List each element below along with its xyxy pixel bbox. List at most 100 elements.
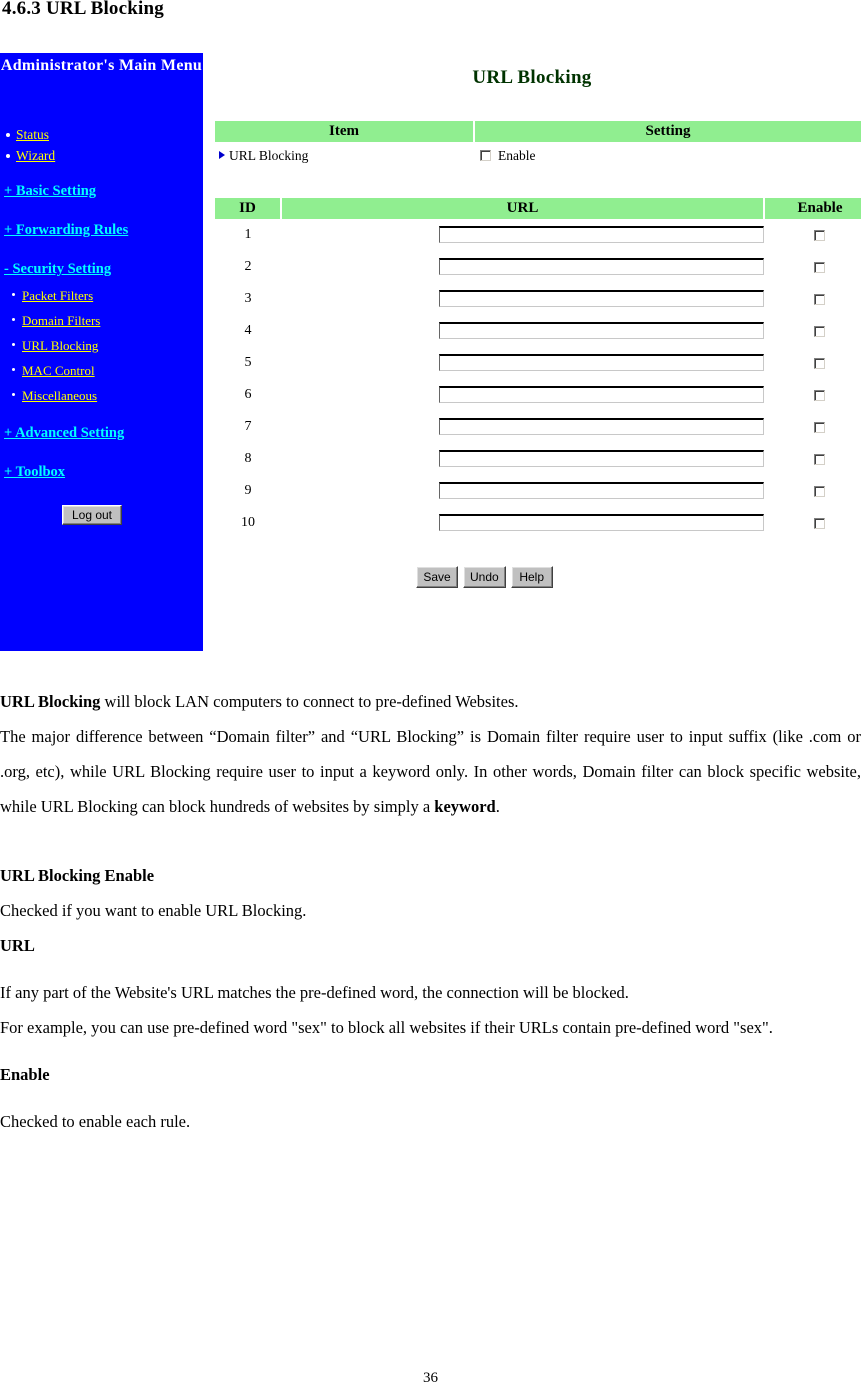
rule-enable-checkbox-8[interactable] <box>814 453 825 465</box>
table-row: 2 <box>215 251 861 283</box>
url-input-10[interactable] <box>439 514 764 531</box>
rule-id: 5 <box>244 355 252 370</box>
sidebar-group-security-setting[interactable]: - Security Setting <box>4 261 111 278</box>
rule-id: 8 <box>244 451 252 466</box>
bullet-icon <box>6 154 10 158</box>
setting-row-item: URL Blocking <box>215 142 474 169</box>
page-number: 36 <box>423 1370 438 1386</box>
bullet-icon <box>12 368 15 371</box>
rule-url-cell <box>281 379 764 411</box>
sidebar-group-advanced-setting[interactable]: + Advanced Setting <box>4 425 124 442</box>
sidebar-title: Administrator's Main Menu <box>0 57 203 74</box>
rule-enable-checkbox-7[interactable] <box>814 421 825 433</box>
sidebar-group-toolbox[interactable]: + Toolbox <box>4 464 65 481</box>
rule-url-cell <box>281 507 764 539</box>
rule-url-cell <box>281 283 764 315</box>
rule-enable-checkbox-3[interactable] <box>814 293 825 305</box>
paragraph-intro-bold: URL Blocking <box>0 692 101 711</box>
arrow-right-icon <box>219 151 225 160</box>
rule-enable-cell <box>764 507 861 539</box>
rule-enable-checkbox-10[interactable] <box>814 517 825 529</box>
logout-button[interactable]: Log out <box>62 505 122 525</box>
sidebar-link-url-blocking[interactable]: URL Blocking <box>22 339 98 353</box>
rule-enable-cell <box>764 475 861 507</box>
rule-id: 9 <box>244 483 252 498</box>
sidebar-group-basic-setting[interactable]: + Basic Setting <box>4 183 96 200</box>
rule-enable-cell <box>764 251 861 283</box>
table-row: 5 <box>215 347 861 379</box>
help-button[interactable]: Help <box>510 566 553 588</box>
undo-button[interactable]: Undo <box>463 566 506 588</box>
rule-enable-cell <box>764 283 861 315</box>
sidebar-link-miscellaneous[interactable]: Miscellaneous <box>22 389 97 403</box>
subheading-url-blocking-enable: URL Blocking Enable <box>0 866 155 885</box>
paragraph-url-match: If any part of the Website's URL matches… <box>0 983 629 1002</box>
table-row: 9 <box>215 475 861 507</box>
paragraph-enable-rule: Checked to enable each rule. <box>0 1112 191 1131</box>
column-header-url: URL <box>281 198 765 219</box>
router-admin-ui: Administrator's Main Menu Status Wizard … <box>0 53 861 651</box>
save-button[interactable]: Save <box>416 566 458 588</box>
rule-url-cell <box>281 475 764 507</box>
rule-enable-cell <box>764 379 861 411</box>
paragraph-difference: The major difference between “Domain fil… <box>0 719 861 824</box>
rule-enable-cell <box>764 315 861 347</box>
rule-id: 3 <box>244 291 252 306</box>
subheading-enable: Enable <box>0 1065 50 1084</box>
subheading-url: URL <box>0 936 35 955</box>
bullet-icon <box>12 293 15 296</box>
rule-url-cell <box>281 219 764 251</box>
table-header-row: ID URL Enable <box>215 198 861 219</box>
panel-title: URL Blocking <box>472 67 592 88</box>
sidebar-link-packet-filters[interactable]: Packet Filters <box>22 289 93 303</box>
main-panel: URL Blocking Item Setting URL Blocking E… <box>203 53 861 651</box>
page-title: 4.6.3 URL Blocking <box>2 0 164 19</box>
rule-url-cell <box>281 443 764 475</box>
url-input-8[interactable] <box>439 450 764 467</box>
column-header-item: Item <box>215 121 475 142</box>
bullet-icon <box>12 318 15 321</box>
url-blocking-enable-label: Enable <box>498 147 536 163</box>
url-input-9[interactable] <box>439 482 764 499</box>
url-input-1[interactable] <box>439 226 764 243</box>
rule-id: 1 <box>244 227 252 242</box>
rule-enable-checkbox-4[interactable] <box>814 325 825 337</box>
column-header-enable: Enable <box>764 198 861 219</box>
rule-enable-checkbox-5[interactable] <box>814 357 825 369</box>
url-blocking-enable-checkbox[interactable] <box>480 150 491 161</box>
url-input-5[interactable] <box>439 354 764 371</box>
url-input-6[interactable] <box>439 386 764 403</box>
rule-url-cell <box>281 347 764 379</box>
paragraph-enable-desc: Checked if you want to enable URL Blocki… <box>0 901 307 920</box>
paragraph-difference-tail: . <box>495 797 500 816</box>
sidebar-link-domain-filters[interactable]: Domain Filters <box>22 314 100 328</box>
sidebar-link-status[interactable]: Status <box>16 128 49 142</box>
rule-enable-checkbox-6[interactable] <box>814 389 825 401</box>
url-input-4[interactable] <box>439 322 764 339</box>
sidebar-link-mac-control[interactable]: MAC Control <box>22 364 95 378</box>
rule-id: 7 <box>244 419 252 434</box>
rule-enable-cell <box>764 443 861 475</box>
rule-enable-checkbox-9[interactable] <box>814 485 825 497</box>
bullet-icon <box>6 133 10 137</box>
action-button-group: Save Undo Help <box>416 566 553 588</box>
url-input-7[interactable] <box>439 418 764 435</box>
table-row: 6 <box>215 379 861 411</box>
rule-enable-cell <box>764 347 861 379</box>
table-row: 1 <box>215 219 861 251</box>
rule-id: 6 <box>244 387 252 402</box>
bullet-icon <box>12 393 15 396</box>
url-rules-table: ID URL Enable 1 2 3 4 5 6 7 8 9 10 <box>215 198 861 539</box>
table-row: 10 <box>215 507 861 539</box>
rule-enable-checkbox-2[interactable] <box>814 261 825 273</box>
table-row: 4 <box>215 315 861 347</box>
sidebar-group-forwarding-rules[interactable]: + Forwarding Rules <box>4 222 128 239</box>
url-input-2[interactable] <box>439 258 764 275</box>
setting-row-setting: Enable <box>474 142 861 169</box>
rule-enable-checkbox-1[interactable] <box>814 229 825 241</box>
sidebar-link-wizard[interactable]: Wizard <box>16 149 55 163</box>
paragraph-url-example: For example, you can use pre-defined wor… <box>0 1018 773 1037</box>
body-copy: URL Blocking will block LAN computers to… <box>0 684 861 1139</box>
rule-url-cell <box>281 251 764 283</box>
url-input-3[interactable] <box>439 290 764 307</box>
